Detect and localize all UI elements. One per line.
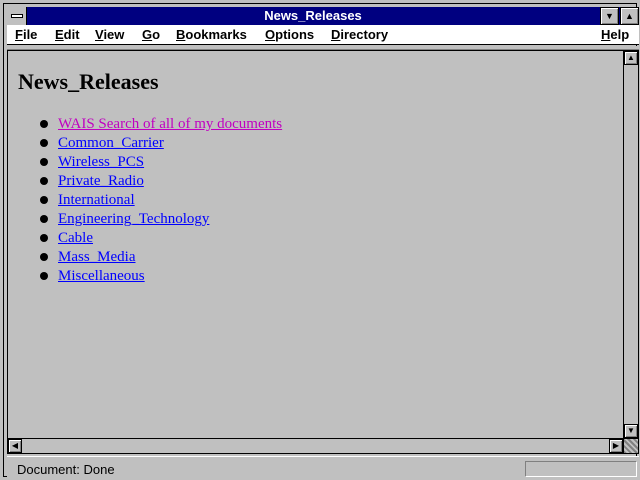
triangle-up-icon: ▲ [625,11,634,21]
link-engineering-technology[interactable]: Engineering_Technology [58,211,209,227]
scroll-right-button[interactable]: ▶ [609,439,623,453]
menu-file[interactable]: File [15,25,37,44]
menu-bookmarks[interactable]: Bookmarks [176,25,247,44]
list-item: Miscellaneous [38,267,282,286]
bullet-icon [40,139,48,147]
list-item: Engineering_Technology [38,210,282,229]
list-item: Cable [38,229,282,248]
scroll-down-button[interactable]: ▼ [624,424,638,438]
menu-go[interactable]: Go [142,25,160,44]
menu-directory[interactable]: Directory [331,25,388,44]
bullet-icon [40,196,48,204]
menu-help[interactable]: Help [601,25,629,44]
link-list: WAIS Search of all of my documents Commo… [38,115,282,286]
vertical-scrollbar[interactable]: ▲ ▼ [624,50,639,439]
list-item: International [38,191,282,210]
link-private-radio[interactable]: Private_Radio [58,173,144,189]
scroll-left-button[interactable]: ◀ [8,439,22,453]
page-title: News_Releases [18,69,159,94]
triangle-down-icon: ▼ [627,426,635,435]
bullet-icon [40,234,48,242]
title-bar[interactable]: News_Releases ▼ ▲ [7,7,639,25]
link-miscellaneous[interactable]: Miscellaneous [58,268,145,284]
link-international[interactable]: International [58,192,135,208]
list-item: Wireless_PCS [38,153,282,172]
horizontal-scrollbar[interactable]: ◀ ▶ [7,439,624,454]
status-text: Document: Done [17,462,115,477]
triangle-down-icon: ▼ [605,11,614,21]
status-bar: Document: Done [7,456,639,480]
link-common-carrier[interactable]: Common_Carrier [58,135,164,151]
list-item: Common_Carrier [38,134,282,153]
menu-options[interactable]: Options [265,25,314,44]
size-grip[interactable] [624,439,639,454]
link-wais-search[interactable]: WAIS Search of all of my documents [58,116,282,132]
list-item: WAIS Search of all of my documents [38,115,282,134]
bullet-icon [40,272,48,280]
window-title: News_Releases [264,8,362,23]
menu-bar: File Edit View Go Bookmarks Options Dire… [7,25,639,45]
document-area: News_Releases WAIS Search of all of my d… [7,50,624,439]
scroll-up-button[interactable]: ▲ [624,51,638,65]
bullet-icon [40,177,48,185]
menu-edit[interactable]: Edit [55,25,80,44]
bullet-icon [40,158,48,166]
minimize-button[interactable]: ▼ [600,7,619,25]
triangle-up-icon: ▲ [627,53,635,62]
browser-window: News_Releases ▼ ▲ File Edit View Go Book… [0,0,640,480]
list-item: Mass_Media [38,248,282,267]
bullet-icon [40,120,48,128]
bullet-icon [40,253,48,261]
list-item: Private_Radio [38,172,282,191]
progress-indicator [525,461,637,477]
system-menu-icon [11,14,23,18]
triangle-left-icon: ◀ [11,441,19,450]
triangle-right-icon: ▶ [612,441,620,450]
system-menu-button[interactable] [7,7,27,25]
link-mass-media[interactable]: Mass_Media [58,249,136,265]
link-wireless-pcs[interactable]: Wireless_PCS [58,154,144,170]
menu-view[interactable]: View [95,25,124,44]
maximize-button[interactable]: ▲ [620,7,639,25]
link-cable[interactable]: Cable [58,230,93,246]
bullet-icon [40,215,48,223]
